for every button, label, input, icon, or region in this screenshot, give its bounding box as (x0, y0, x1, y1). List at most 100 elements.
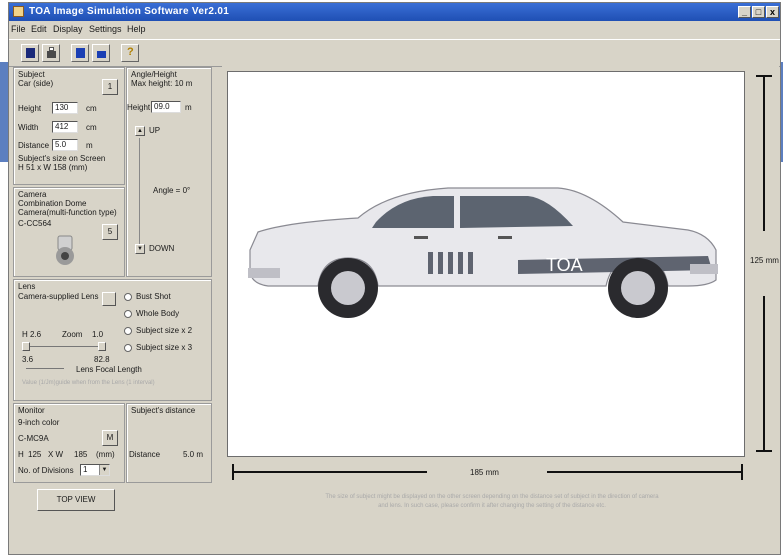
camera-group: Camera Combination Dome Camera(multi-fun… (13, 187, 125, 277)
window-title: TOA Image Simulation Software Ver2.01 (29, 6, 230, 17)
menu-bar: File Edit Display Settings Help (9, 23, 780, 37)
monitor-type: 9-inch color (18, 418, 60, 427)
app-window: TOA Image Simulation Software Ver2.01 _ … (8, 2, 781, 555)
camera-model: C-CC564 (18, 219, 52, 228)
distance-value: 5.0 m (183, 450, 204, 459)
divisions-value: 1 (83, 465, 88, 474)
divisions-label: No. of Divisions (18, 466, 74, 475)
simulation-canvas: TOA (227, 71, 745, 457)
help-icon: ? (127, 46, 134, 58)
subject-distance-unit: m (86, 141, 93, 150)
camera-height-label: Height (127, 103, 151, 112)
radio-whole-body[interactable] (124, 310, 132, 318)
lens-select-button[interactable] (102, 292, 116, 306)
subject-size-label: Subject's size on Screen (18, 154, 106, 163)
radio-subject-x3[interactable] (124, 344, 132, 352)
monitor-w-value: 185 (74, 450, 88, 459)
subject-name: Car (side) (18, 79, 54, 88)
monitor-model: C-MC9A (18, 434, 49, 443)
monitor-w-label: X W (48, 450, 64, 459)
camera-height-unit: m (185, 103, 192, 112)
subject-width-label: Width (18, 123, 39, 132)
height-dimension-tick-bottom (756, 450, 772, 452)
angle-height-group: Angle/Height Max height: 10 m Height 09.… (126, 67, 212, 277)
tilt-up-button[interactable]: ▲ (135, 126, 145, 136)
focal-length-label: Lens Focal Length (76, 365, 142, 374)
subject-distance-input[interactable]: 5.0 (52, 139, 78, 151)
angle-group-label: Angle/Height (131, 70, 177, 79)
distance-group-label: Subject's distance (131, 406, 196, 415)
close-button[interactable]: x (766, 6, 779, 18)
monitor-group-label: Monitor (18, 406, 45, 415)
subject-distance-group: Subject's distance Distance 5.0 m (126, 403, 212, 483)
radio-bust-shot[interactable] (124, 293, 132, 301)
title-bar: TOA Image Simulation Software Ver2.01 _ … (9, 3, 780, 21)
camera-height-input[interactable]: 09.0 (151, 101, 181, 113)
app-icon (13, 6, 24, 17)
subject-distance-label: Distance (18, 141, 50, 150)
zoom-slider-track[interactable] (22, 346, 106, 347)
lens-name: Camera-supplied Lens (18, 292, 99, 301)
maximize-button[interactable]: □ (752, 6, 765, 18)
radio-subject-x2[interactable] (124, 327, 132, 335)
tilt-slider-track[interactable] (139, 138, 140, 244)
print-preview-toolbar-button[interactable] (92, 44, 110, 62)
lens-group-label: Lens (18, 282, 36, 291)
subject-width-unit: cm (86, 123, 97, 132)
menu-edit[interactable]: Edit (31, 24, 47, 34)
zoom-slider-right-arrow[interactable] (98, 342, 106, 351)
radio-subject-x2-label: Subject size x 2 (136, 326, 193, 335)
monitor-select-button[interactable]: M (102, 430, 118, 446)
subject-height-input[interactable]: 130 (52, 102, 78, 114)
canvas-note-line1: The size of subject might be displayed o… (325, 494, 659, 500)
width-dimension-line-right (547, 471, 742, 473)
monitor-h-label: H (18, 450, 24, 459)
zoom-value: 1.0 (92, 330, 104, 339)
height-dimension-line-bottom (763, 296, 765, 451)
max-height-label: Max height: 10 m (131, 79, 193, 88)
tilt-up-label: UP (149, 126, 161, 135)
menu-display[interactable]: Display (53, 24, 83, 34)
monitor-h-value: 125 (28, 450, 42, 459)
menu-settings[interactable]: Settings (89, 24, 122, 34)
menu-file[interactable]: File (11, 24, 26, 34)
top-view-button[interactable]: TOP VIEW (37, 489, 115, 511)
menu-help[interactable]: Help (127, 24, 146, 34)
subject-group-label: Subject (18, 70, 45, 79)
camera-select-button[interactable]: 5 (102, 224, 118, 240)
camera-type: Combination Dome Camera(multi-function t… (18, 199, 117, 217)
canvas-frame: TOA 185 mm 125 mm The size of subject mi… (222, 66, 779, 528)
monitor-group: Monitor 9-inch color C-MC9A M H 125 X W … (13, 403, 125, 483)
save-toolbar-button[interactable] (21, 44, 39, 62)
help-toolbar-button[interactable]: ? (121, 44, 139, 62)
width-dimension-label: 185 mm (470, 468, 499, 477)
subject-height-unit: cm (86, 104, 97, 113)
lens-note: Value (1/Jm)guide when from the Lens (1 … (22, 380, 155, 386)
zoom-slider-thumb[interactable] (22, 342, 30, 351)
radio-subject-x3-label: Subject size x 3 (136, 343, 193, 352)
tilt-down-button[interactable]: ▼ (135, 244, 145, 254)
save-as-toolbar-button[interactable] (71, 44, 89, 62)
height-dimension-tick-top (756, 75, 772, 77)
width-dimension-tick-left (232, 464, 234, 480)
radio-whole-body-label: Whole Body (136, 309, 180, 318)
max-focal-label: 82.8 (94, 355, 110, 364)
divisions-select[interactable]: 1 ▼ (80, 464, 110, 476)
monitor-unit: (mm) (96, 450, 115, 459)
width-dimension-tick-right (741, 464, 743, 480)
tilt-down-label: DOWN (149, 244, 175, 253)
radio-bust-shot-label: Bust Shot (136, 292, 171, 301)
print-toolbar-button[interactable] (42, 44, 60, 62)
distance-label: Distance (129, 450, 161, 459)
minimize-button[interactable]: _ (738, 6, 751, 18)
focal-length-bar (26, 368, 64, 369)
min-focal-label: 3.6 (22, 355, 34, 364)
subject-select-button[interactable]: 1 (102, 79, 118, 95)
floppy-icon (26, 48, 35, 58)
zoom-label: Zoom (62, 330, 83, 339)
dome-camera-icon (56, 235, 74, 265)
floppy-icon (76, 48, 85, 58)
subject-size-value: H 51 x W 158 (mm) (18, 163, 88, 172)
subject-width-input[interactable]: 412 (52, 121, 78, 133)
chevron-down-icon: ▼ (99, 465, 109, 475)
